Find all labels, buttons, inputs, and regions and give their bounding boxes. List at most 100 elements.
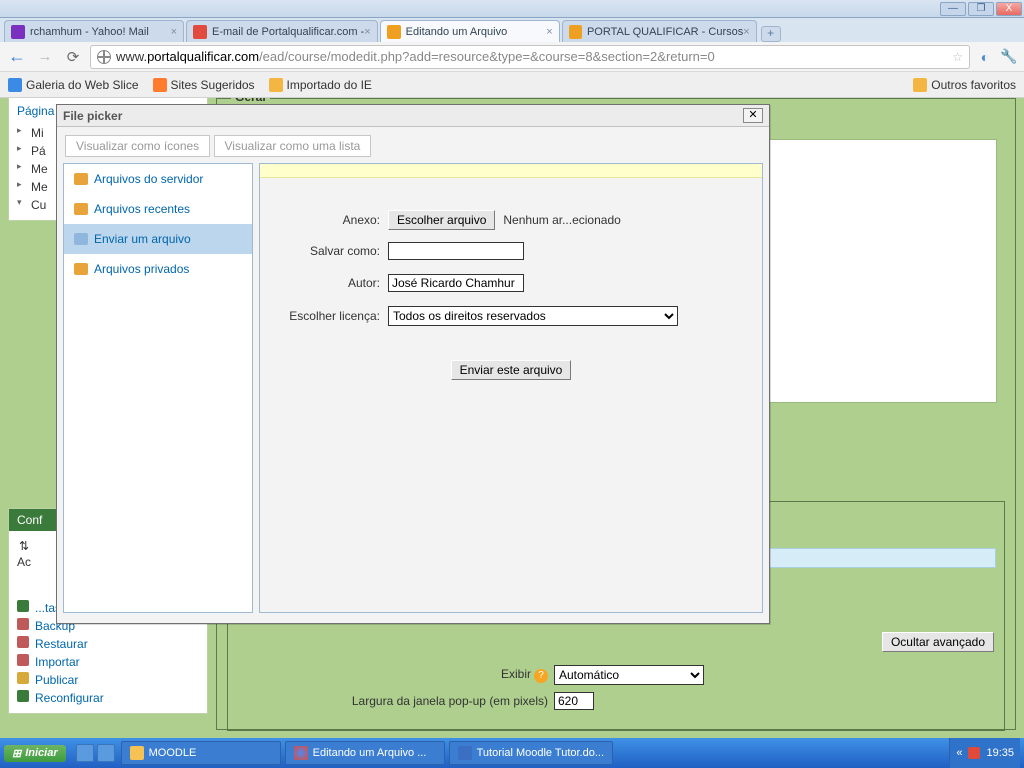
upload-panel: Anexo: Escolher arquivo Nenhum ar...ecio… [259,163,763,613]
license-label: Escolher licença: [260,309,380,323]
choose-file-button[interactable]: Escolher arquivo [388,210,495,230]
settings-importar[interactable]: Importar [17,653,199,671]
favicon-icon [11,25,25,39]
file-picker-dialog: File picker ✕ Visualizar como ícones Vis… [56,104,770,624]
saveas-label: Salvar como: [260,244,380,258]
view-mode-buttons: Visualizar como ícones Visualizar como u… [65,135,763,157]
bookmark-web-slice[interactable]: Galeria do Web Slice [8,78,139,92]
system-tray: « 19:35 [949,738,1020,768]
no-file-text: Nenhum ar...ecionado [503,213,620,227]
tab-yahoo-mail[interactable]: rchamhum - Yahoo! Mail × [4,20,184,42]
hide-advanced-button[interactable]: Ocultar avançado [882,632,994,652]
backup-icon [17,618,29,630]
tab-close-icon[interactable]: × [546,26,552,38]
bookmark-star-icon[interactable]: ☆ [952,50,963,64]
publish-icon [17,672,29,684]
settings-reconfigurar[interactable]: Reconfigurar [17,689,199,707]
view-icons-button[interactable]: Visualizar como ícones [65,135,210,157]
author-input[interactable] [388,274,524,292]
browser-toolbar: ← → ⟳ www.portalqualificar.com/ead/cours… [0,42,1024,72]
wrench-icon[interactable]: 🔧 [1000,48,1018,65]
status-bar [260,164,762,178]
restore-icon [17,636,29,648]
tray-icon[interactable] [968,747,980,759]
tab-label: Editando um Arquivo [406,26,508,38]
taskbar-item-chrome[interactable]: Editando um Arquivo ... [285,741,445,765]
start-button[interactable]: ⊞Iniciar [4,745,66,762]
window-minimize-button[interactable]: — [940,2,966,16]
bookmarks-bar: Galeria do Web Slice Sites Sugeridos Imp… [0,72,1024,98]
license-select[interactable]: Todos os direitos reservados [388,306,678,326]
submit-file-button[interactable]: Enviar este arquivo [451,360,572,380]
upload-icon [74,233,88,245]
folder-icon [74,203,88,215]
exibir-label: Exibir? [228,667,548,683]
bookmark-outros-favoritos[interactable]: Outros favoritos [913,78,1016,92]
largura-label: Largura da janela pop-up (em pixels) [228,694,548,708]
quick-launch-explorer[interactable] [97,744,115,762]
reset-icon [17,690,29,702]
taskbar-item-word[interactable]: Tutorial Moodle Tutor.do... [449,741,613,765]
folder-icon [74,173,88,185]
view-list-button[interactable]: Visualizar como uma lista [214,135,372,157]
word-icon [458,746,472,760]
tab-close-icon[interactable]: × [743,26,749,38]
repo-upload-file[interactable]: Enviar um arquivo [64,224,252,254]
favicon-icon [569,25,582,39]
saveas-input[interactable] [388,242,524,260]
tray-expand-icon[interactable]: « [956,747,962,759]
import-icon [17,654,29,666]
url-text: www.portalqualificar.com/ead/course/mode… [116,49,715,64]
quick-launch-ie[interactable] [76,744,94,762]
favicon-icon [193,25,207,39]
chrome-icon [294,746,308,760]
dialog-title: File picker [63,109,122,123]
tab-editando[interactable]: Editando um Arquivo × [380,20,560,42]
tab-label: E-mail de Portalqualificar.com - [212,26,364,38]
tab-label: rchamhum - Yahoo! Mail [30,26,149,38]
window-close-button[interactable]: X [996,2,1022,16]
browser-tabstrip: rchamhum - Yahoo! Mail × E-mail de Portal… [0,18,1024,42]
taskbar-item-moodle[interactable]: MOODLE [121,741,281,765]
settings-publicar[interactable]: Publicar [17,671,199,689]
repo-recent-files[interactable]: Arquivos recentes [64,194,252,224]
globe-icon [97,50,111,64]
folder-icon [269,78,283,92]
windows-taskbar: ⊞Iniciar MOODLE Editando um Arquivo ... … [0,738,1024,768]
tab-portal[interactable]: PORTAL QUALIFICAR - Cursos× [562,20,757,42]
repo-private-files[interactable]: Arquivos privados [64,254,252,284]
tab-label: PORTAL QUALIFICAR - Cursos [587,26,743,38]
tab-close-icon[interactable]: × [171,26,177,38]
help-icon[interactable]: ? [534,669,548,683]
back-button[interactable]: ← [6,46,28,68]
lightbulb-icon [153,78,167,92]
tab-gmail[interactable]: E-mail de Portalqualificar.com -× [186,20,378,42]
settings-restaurar[interactable]: Restaurar [17,635,199,653]
repo-server-files[interactable]: Arquivos do servidor [64,164,252,194]
folder-icon [130,746,144,760]
taskbar-clock[interactable]: 19:35 [986,747,1014,759]
repository-list: Arquivos do servidor Arquivos recentes E… [63,163,253,613]
window-maximize-button[interactable]: ❐ [968,2,994,16]
forward-button[interactable]: → [34,46,56,68]
quick-launch [76,744,115,762]
folder-icon [74,263,88,275]
dialog-close-button[interactable]: ✕ [743,108,763,123]
new-tab-button[interactable]: + [761,26,781,42]
address-bar[interactable]: www.portalqualificar.com/ead/course/mode… [90,45,970,69]
slice-icon [8,78,22,92]
exibir-select[interactable]: Automático [554,665,704,685]
windows-logo-icon: ⊞ [12,747,21,760]
anexo-label: Anexo: [260,213,380,227]
tab-close-icon[interactable]: × [364,26,370,38]
largura-input[interactable] [554,692,594,710]
window-titlebar: — ❐ X [0,0,1024,18]
author-label: Autor: [260,276,380,290]
bookmark-sites-sugeridos[interactable]: Sites Sugeridos [153,78,255,92]
reload-button[interactable]: ⟳ [62,46,84,68]
bookmark-importado-ie[interactable]: Importado do IE [269,78,372,92]
gear-icon [17,600,29,612]
extension-icon[interactable]: ◐ [976,49,994,65]
folder-icon [913,78,927,92]
dialog-header[interactable]: File picker ✕ [57,105,769,127]
